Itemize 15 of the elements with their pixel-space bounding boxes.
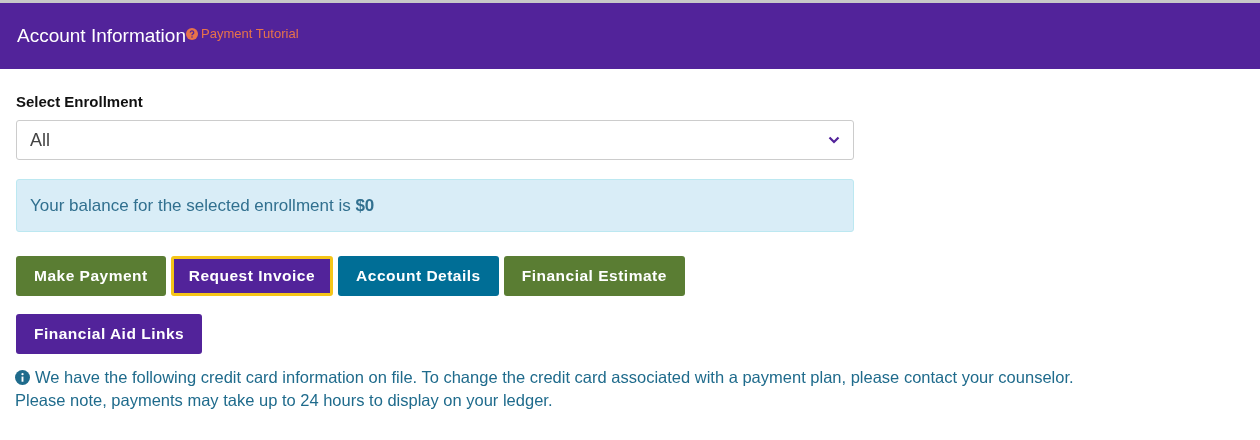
info-text: We have the following credit card information on file. To change the credit card associated with a payment plan, please contact your counselor. <box>15 368 1244 387</box>
chevron-down-icon <box>828 136 840 144</box>
payment-tutorial-link[interactable]: Payment Tutorial <box>186 26 299 41</box>
action-button[interactable]: Account Details <box>338 256 499 296</box>
action-button[interactable]: Financial Aid Links <box>16 314 203 354</box>
action-button[interactable]: Request Invoice <box>170 256 334 296</box>
field-label: Select Enrollment <box>16 93 144 110</box>
action-button[interactable]: Financial Estimate <box>503 256 685 296</box>
enrollment-select[interactable]: All <box>16 120 854 160</box>
balance-alert: Your balance for the selected enrollment is $0 <box>16 179 854 232</box>
info-icon <box>15 370 30 385</box>
action-button[interactable]: Make Payment <box>16 256 166 296</box>
help-icon <box>186 27 198 40</box>
info-text: Please note, payments may take up to 24 hours to display on your ledger. <box>15 391 554 410</box>
header-title: Account Information <box>17 25 186 47</box>
